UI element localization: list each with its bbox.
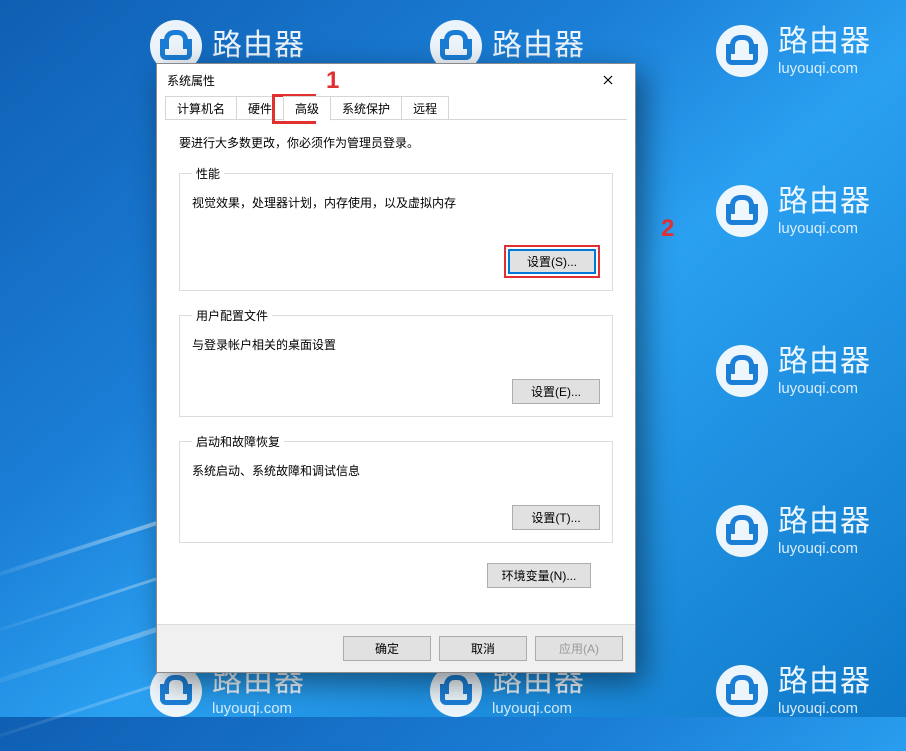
cancel-button[interactable]: 取消 <box>439 636 527 661</box>
tab-computer-name[interactable]: 计算机名 <box>165 96 237 120</box>
watermark-url: luyouqi.com <box>778 381 871 396</box>
legend-user-profiles: 用户配置文件 <box>192 307 272 324</box>
user-profiles-desc: 与登录帐户相关的桌面设置 <box>192 336 600 353</box>
watermark-url: luyouqi.com <box>492 701 585 716</box>
system-properties-dialog: 系统属性 计算机名 硬件 高级 系统保护 远程 要进行大多数更改，你必须作为管理… <box>156 63 636 673</box>
watermark-title: 路由器 <box>492 31 585 61</box>
legend-performance: 性能 <box>192 165 224 182</box>
watermark-url: luyouqi.com <box>778 61 871 76</box>
startup-recovery-desc: 系统启动、系统故障和调试信息 <box>192 462 600 479</box>
watermark-title: 路由器 <box>212 31 305 61</box>
watermark-url: luyouqi.com <box>212 701 305 716</box>
router-lock-icon <box>716 505 768 557</box>
apply-button[interactable]: 应用(A) <box>535 636 623 661</box>
user-profiles-settings-button[interactable]: 设置(E)... <box>512 379 600 404</box>
watermark-url: luyouqi.com <box>778 701 871 716</box>
watermark-title: 路由器 <box>778 27 871 57</box>
watermark-url: luyouqi.com <box>778 221 871 236</box>
router-lock-icon <box>716 345 768 397</box>
performance-settings-button[interactable]: 设置(S)... <box>508 249 596 274</box>
fieldset-startup-recovery: 启动和故障恢复 系统启动、系统故障和调试信息 设置(T)... <box>179 433 613 543</box>
router-lock-icon <box>716 665 768 717</box>
dialog-footer: 确定 取消 应用(A) <box>157 624 635 672</box>
tabstrip: 计算机名 硬件 高级 系统保护 远程 <box>165 96 627 120</box>
tab-system-protection[interactable]: 系统保护 <box>330 96 402 120</box>
admin-note: 要进行大多数更改，你必须作为管理员登录。 <box>179 134 613 151</box>
titlebar[interactable]: 系统属性 <box>157 64 635 96</box>
tab-advanced[interactable]: 高级 <box>283 96 331 121</box>
tab-remote[interactable]: 远程 <box>401 96 449 120</box>
close-icon <box>603 75 613 85</box>
legend-startup-recovery: 启动和故障恢复 <box>192 433 284 450</box>
performance-desc: 视觉效果，处理器计划，内存使用，以及虚拟内存 <box>192 194 600 211</box>
watermark-title: 路由器 <box>778 507 871 537</box>
environment-variables-button[interactable]: 环境变量(N)... <box>487 563 591 588</box>
highlight-box-2: 设置(S)... <box>504 245 600 278</box>
fieldset-performance: 性能 视觉效果，处理器计划，内存使用，以及虚拟内存 设置(S)... <box>179 165 613 291</box>
marker-number-2: 2 <box>661 215 674 243</box>
watermark-url: luyouqi.com <box>778 541 871 556</box>
startup-recovery-settings-button[interactable]: 设置(T)... <box>512 505 600 530</box>
dialog-title: 系统属性 <box>167 72 215 89</box>
watermark-title: 路由器 <box>778 347 871 377</box>
router-lock-icon <box>716 185 768 237</box>
close-button[interactable] <box>589 68 627 92</box>
watermark-title: 路由器 <box>778 187 871 217</box>
fieldset-user-profiles: 用户配置文件 与登录帐户相关的桌面设置 设置(E)... <box>179 307 613 417</box>
ok-button[interactable]: 确定 <box>343 636 431 661</box>
tab-hardware[interactable]: 硬件 <box>236 96 284 120</box>
tab-content-advanced: 要进行大多数更改，你必须作为管理员登录。 性能 视觉效果，处理器计划，内存使用，… <box>157 120 635 598</box>
watermark-title: 路由器 <box>778 667 871 697</box>
router-lock-icon <box>716 25 768 77</box>
